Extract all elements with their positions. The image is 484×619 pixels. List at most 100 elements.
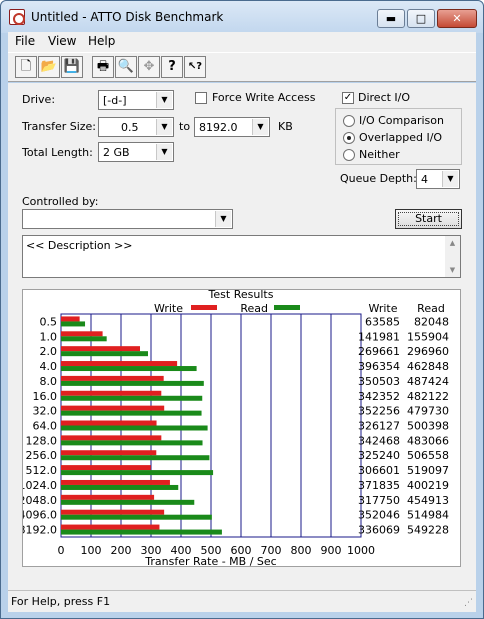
read-bar xyxy=(61,380,204,386)
context-help-icon[interactable]: ↖? xyxy=(184,56,206,78)
total-length-label: Total Length: xyxy=(22,146,93,159)
category-label: 2.0 xyxy=(40,345,58,358)
write-bar xyxy=(61,479,170,485)
start-button[interactable]: Start xyxy=(395,209,462,229)
chevron-down-icon: ▼ xyxy=(156,144,172,160)
overlapped-io-radio[interactable] xyxy=(343,132,355,144)
write-bar xyxy=(61,361,178,367)
read-value: 479730 xyxy=(407,405,449,418)
write-value: 269661 xyxy=(358,345,400,358)
move-icon[interactable]: ✥ xyxy=(138,56,160,78)
category-label: 4.0 xyxy=(40,360,58,373)
read-bar xyxy=(61,410,202,416)
title-bar[interactable]: Untitled - ATTO Disk Benchmark ▬ □ ✕ xyxy=(1,1,483,33)
description-text: << Description >> xyxy=(26,239,133,252)
category-label: 1.0 xyxy=(40,330,58,343)
write-bar xyxy=(61,346,141,352)
category-label: 256.0 xyxy=(26,449,58,462)
neither-radio[interactable] xyxy=(343,149,355,161)
read-bar xyxy=(61,499,195,505)
total-length-value: 2 GB xyxy=(103,146,130,159)
category-label: 8192.0 xyxy=(23,524,57,537)
transfer-size-to-select[interactable]: 8192.0 ▼ xyxy=(194,117,270,137)
description-scrollbar[interactable]: ▲ ▼ xyxy=(445,236,460,277)
read-value: 483066 xyxy=(407,434,449,447)
x-tick-label: 900 xyxy=(321,544,342,557)
x-tick-label: 100 xyxy=(81,544,102,557)
legend-write-swatch xyxy=(191,305,217,310)
legend-write-label: Write xyxy=(154,302,183,315)
save-icon[interactable]: 💾 xyxy=(61,56,83,78)
transfer-to-value: 8192.0 xyxy=(199,121,238,134)
results-chart: Test ResultsWrite Read Write Read0 100 200 300… xyxy=(19,288,450,568)
status-bar: For Help, press F1 ⋰ xyxy=(8,590,476,612)
chevron-down-icon: ▼ xyxy=(252,119,268,135)
io-mode-group: I/O Comparison Overlapped I/O Neither xyxy=(335,108,462,165)
write-bar xyxy=(61,316,80,322)
io-comparison-radio[interactable] xyxy=(343,115,355,127)
menu-help[interactable]: Help xyxy=(88,34,115,48)
help-icon[interactable]: ? xyxy=(161,56,183,78)
read-value: 549228 xyxy=(407,524,449,537)
write-value: 342468 xyxy=(358,434,400,447)
total-length-select[interactable]: 2 GB ▼ xyxy=(98,142,174,162)
transfer-size-label: Transfer Size: xyxy=(22,120,97,133)
x-tick-label: 800 xyxy=(291,544,312,557)
category-label: 16.0 xyxy=(33,390,58,403)
close-button[interactable]: ✕ xyxy=(437,9,477,28)
read-value: 506558 xyxy=(407,449,449,462)
read-value: 454913 xyxy=(407,494,449,507)
read-bar xyxy=(61,440,203,446)
menu-file[interactable]: File xyxy=(15,34,35,48)
category-label: 1024.0 xyxy=(23,479,57,492)
print-preview-icon[interactable]: 🔍 xyxy=(115,56,137,78)
results-title: Test Results xyxy=(208,290,274,301)
write-bar xyxy=(61,375,164,381)
window-title: Untitled - ATTO Disk Benchmark xyxy=(31,10,224,24)
direct-io-checkbox[interactable]: ✓ xyxy=(342,92,354,104)
write-bar xyxy=(61,524,160,530)
description-box[interactable]: << Description >> ▲ ▼ xyxy=(22,235,461,278)
write-value: 336069 xyxy=(358,524,400,537)
new-document-icon[interactable]: 🗋 xyxy=(15,56,37,78)
controlled-by-select[interactable]: ▼ xyxy=(22,209,233,229)
write-value: 352046 xyxy=(358,509,400,522)
read-value: 155904 xyxy=(407,330,449,343)
menu-bar: File View Help xyxy=(8,32,476,52)
read-value: 482122 xyxy=(407,390,449,403)
main-panel: Drive: [-d-] ▼ Force Write Access ✓ Dire… xyxy=(8,83,476,590)
category-label: 64.0 xyxy=(33,420,58,433)
resize-grip-icon[interactable]: ⋰ xyxy=(464,598,473,608)
force-write-checkbox[interactable] xyxy=(195,92,207,104)
open-folder-icon[interactable]: 📂 xyxy=(38,56,60,78)
read-bar xyxy=(61,529,222,535)
write-value: 325240 xyxy=(358,449,400,462)
scroll-down-icon[interactable]: ▼ xyxy=(445,266,460,274)
read-value: 487424 xyxy=(407,375,449,388)
queue-depth-select[interactable]: 4 ▼ xyxy=(416,169,460,189)
transfer-from-value: 0.5 xyxy=(121,121,139,134)
menu-view[interactable]: View xyxy=(48,34,76,48)
scroll-up-icon[interactable]: ▲ xyxy=(445,239,460,247)
maximize-button[interactable]: □ xyxy=(407,9,435,28)
minimize-button[interactable]: ▬ xyxy=(377,9,405,28)
write-value: 371835 xyxy=(358,479,400,492)
read-bar xyxy=(61,484,179,490)
read-bar xyxy=(61,514,212,520)
direct-io-label: Direct I/O xyxy=(358,91,411,104)
chevron-down-icon: ▼ xyxy=(156,119,172,135)
write-value: 326127 xyxy=(358,420,400,433)
write-value: 352256 xyxy=(358,405,400,418)
chevron-down-icon: ▼ xyxy=(156,92,172,108)
category-label: 8.0 xyxy=(40,375,58,388)
legend-read-label: Read xyxy=(240,302,268,315)
queue-depth-label: Queue Depth: xyxy=(340,172,417,185)
print-icon[interactable]: 🖶 xyxy=(92,56,114,78)
drive-select[interactable]: [-d-] ▼ xyxy=(98,90,174,110)
transfer-size-from-select[interactable]: 0.5 ▼ xyxy=(98,117,174,137)
category-label: 128.0 xyxy=(26,434,58,447)
controlled-by-label: Controlled by: xyxy=(22,195,99,208)
write-value: 141981 xyxy=(358,330,400,343)
category-label: 32.0 xyxy=(33,405,58,418)
write-value: 317750 xyxy=(358,494,400,507)
